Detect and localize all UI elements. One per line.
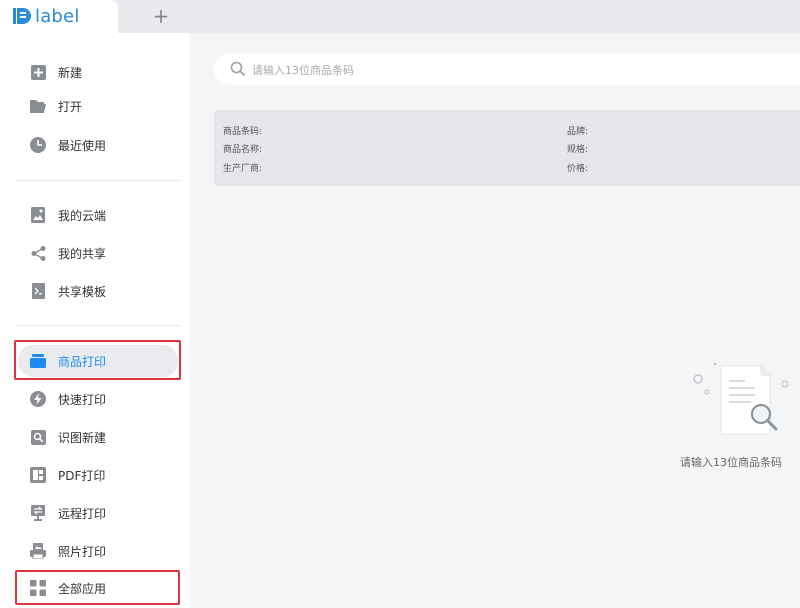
sidebar-item-label: 远程打印	[58, 506, 107, 521]
sidebar-item-label: 照片打印	[58, 544, 107, 559]
sidebar-item-open[interactable]: 打开	[18, 91, 176, 121]
cloud-image-icon	[30, 207, 46, 223]
sidebar-item-my-share[interactable]: 我的共享	[18, 238, 176, 268]
sidebar-item-label: 新建	[58, 65, 83, 80]
spec-label: 规格:	[567, 145, 589, 155]
empty-state-message: 请输入13位商品条码	[680, 456, 782, 469]
sidebar-item-remote-print[interactable]: 远程打印	[18, 498, 176, 528]
annotation-highlight-box	[14, 340, 181, 380]
sidebar-item-recent[interactable]: 最近使用	[18, 130, 176, 160]
sidebar-item-label: 最近使用	[58, 138, 107, 153]
tab-home[interactable]: label	[0, 0, 118, 33]
product-name-label: 商品名称:	[223, 145, 263, 155]
clock-icon	[30, 137, 46, 153]
sidebar-item-label: 共享模板	[58, 284, 107, 299]
price-label: 价格:	[567, 164, 589, 174]
sidebar-item-label: 我的云端	[58, 208, 107, 223]
barcode-search-input[interactable]	[250, 59, 754, 81]
sidebar: 新建 打开 最近使用 我的云端 我的共享 共享模板 商品打印 快速打印 识图新建…	[0, 33, 190, 608]
pdf-icon	[30, 467, 46, 483]
sidebar-item-label: 我的共享	[58, 246, 107, 261]
sidebar-item-my-cloud[interactable]: 我的云端	[18, 200, 176, 230]
plus-square-icon	[30, 64, 46, 80]
sidebar-item-new[interactable]: 新建	[18, 57, 176, 87]
empty-search-illustration-icon	[693, 362, 789, 435]
sidebar-item-pdf-print[interactable]: PDF打印	[18, 460, 176, 490]
brand-label: 品牌:	[567, 127, 589, 137]
app-logo: label	[12, 5, 80, 27]
sidebar-item-photo-print[interactable]: 照片打印	[18, 536, 176, 566]
annotation-highlight-box	[15, 570, 180, 605]
remote-print-icon	[30, 505, 46, 521]
sidebar-item-label: 识图新建	[58, 430, 107, 445]
barcode-label: 商品条码:	[223, 127, 263, 137]
template-icon	[30, 283, 46, 299]
sidebar-divider	[16, 180, 180, 181]
manufacturer-label: 生产厂商:	[223, 164, 263, 174]
share-icon	[30, 245, 46, 261]
photo-print-icon	[30, 543, 46, 559]
sidebar-item-label: PDF打印	[58, 468, 106, 483]
barcode-search-bar	[214, 53, 800, 85]
new-tab-button[interactable]: +	[150, 5, 172, 27]
sidebar-item-image-recognition[interactable]: 识图新建	[18, 422, 176, 452]
search-icon	[230, 61, 246, 77]
image-search-icon	[30, 429, 46, 445]
tab-bar: label +	[0, 0, 800, 33]
logo-icon	[13, 8, 31, 24]
lightning-icon	[30, 391, 46, 407]
logo-text: label	[35, 5, 80, 27]
sidebar-item-label: 打开	[58, 99, 83, 114]
folder-open-icon	[30, 98, 46, 114]
sidebar-item-shared-templates[interactable]: 共享模板	[18, 276, 176, 306]
sidebar-item-label: 快速打印	[58, 392, 107, 407]
sidebar-item-quick-print[interactable]: 快速打印	[18, 384, 176, 414]
sidebar-divider	[16, 325, 180, 326]
product-info-panel: 商品条码: 商品名称: 生产厂商: 品牌: 规格: 价格:	[214, 110, 800, 186]
